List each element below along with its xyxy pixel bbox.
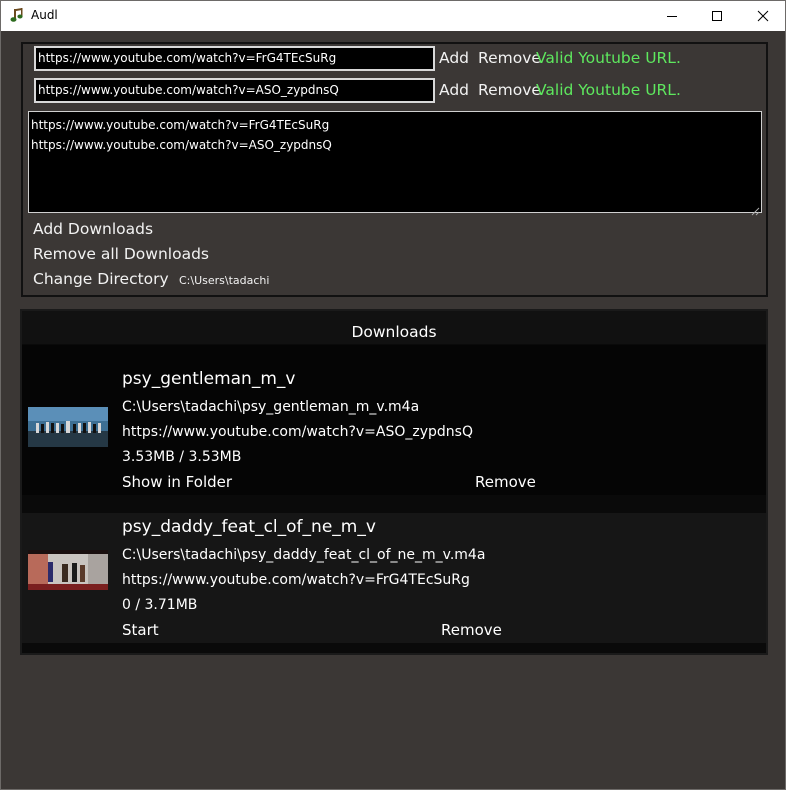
url-input[interactable]: https://www.youtube.com/watch?v=FrG4TEcS…: [34, 46, 435, 71]
remove-url-button[interactable]: Remove: [478, 81, 541, 99]
video-thumbnail: [28, 407, 108, 447]
add-downloads-button[interactable]: Add Downloads: [33, 220, 153, 238]
close-icon[interactable]: [740, 1, 786, 31]
download-path: C:\Users\tadachi\psy_gentleman_m_v.m4a: [122, 399, 420, 415]
download-progress: 0 / 3.71MB: [122, 597, 198, 613]
downloads-panel: Downloads psy_gentleman_m_v C:\Users\tad…: [20, 309, 768, 655]
remove-download-button[interactable]: Remove: [441, 621, 502, 639]
directory-path: C:\Users\tadachi: [179, 274, 270, 287]
window-title: Audl: [31, 8, 58, 22]
url-row: https://www.youtube.com/watch?v=FrG4TEcS…: [34, 46, 754, 72]
add-url-button[interactable]: Add: [439, 49, 469, 67]
app-window: Audl https://www.youtube.com/watch?v=FrG…: [0, 0, 786, 790]
remove-download-button[interactable]: Remove: [475, 473, 536, 491]
download-path: C:\Users\tadachi\psy_daddy_feat_cl_of_ne…: [122, 547, 486, 563]
video-thumbnail: [28, 550, 108, 590]
minimize-icon[interactable]: [649, 1, 695, 31]
resize-grip-icon[interactable]: [751, 202, 760, 216]
url-list-textarea[interactable]: https://www.youtube.com/watch?v=FrG4TEcS…: [28, 111, 762, 216]
show-in-folder-button[interactable]: Show in Folder: [122, 473, 232, 491]
url-input[interactable]: https://www.youtube.com/watch?v=ASO_zypd…: [34, 78, 435, 103]
download-url: https://www.youtube.com/watch?v=ASO_zypd…: [122, 424, 473, 440]
download-title: psy_daddy_feat_cl_of_ne_m_v: [122, 517, 376, 537]
change-directory-button[interactable]: Change Directory: [33, 270, 169, 288]
music-note-icon: [9, 7, 25, 23]
url-list-line: https://www.youtube.com/watch?v=FrG4TEcS…: [31, 118, 330, 132]
download-title: psy_gentleman_m_v: [122, 369, 296, 389]
title-bar: Audl: [1, 1, 785, 31]
add-url-button[interactable]: Add: [439, 81, 469, 99]
download-progress: 3.53MB / 3.53MB: [122, 449, 242, 465]
download-item: psy_gentleman_m_v C:\Users\tadachi\psy_g…: [22, 345, 766, 495]
start-download-button[interactable]: Start: [122, 621, 159, 639]
url-row: https://www.youtube.com/watch?v=ASO_zypd…: [34, 78, 754, 104]
url-list-line: https://www.youtube.com/watch?v=ASO_zypd…: [31, 138, 332, 152]
url-entry-panel: https://www.youtube.com/watch?v=FrG4TEcS…: [21, 42, 768, 297]
url-status: Valid Youtube URL.: [536, 81, 681, 99]
download-item: psy_daddy_feat_cl_of_ne_m_v C:\Users\tad…: [22, 513, 766, 643]
downloads-header: Downloads: [22, 311, 766, 344]
maximize-icon[interactable]: [694, 1, 740, 31]
remove-url-button[interactable]: Remove: [478, 49, 541, 67]
url-status: Valid Youtube URL.: [536, 49, 681, 67]
remove-all-downloads-button[interactable]: Remove all Downloads: [33, 245, 209, 263]
download-url: https://www.youtube.com/watch?v=FrG4TEcS…: [122, 572, 470, 588]
